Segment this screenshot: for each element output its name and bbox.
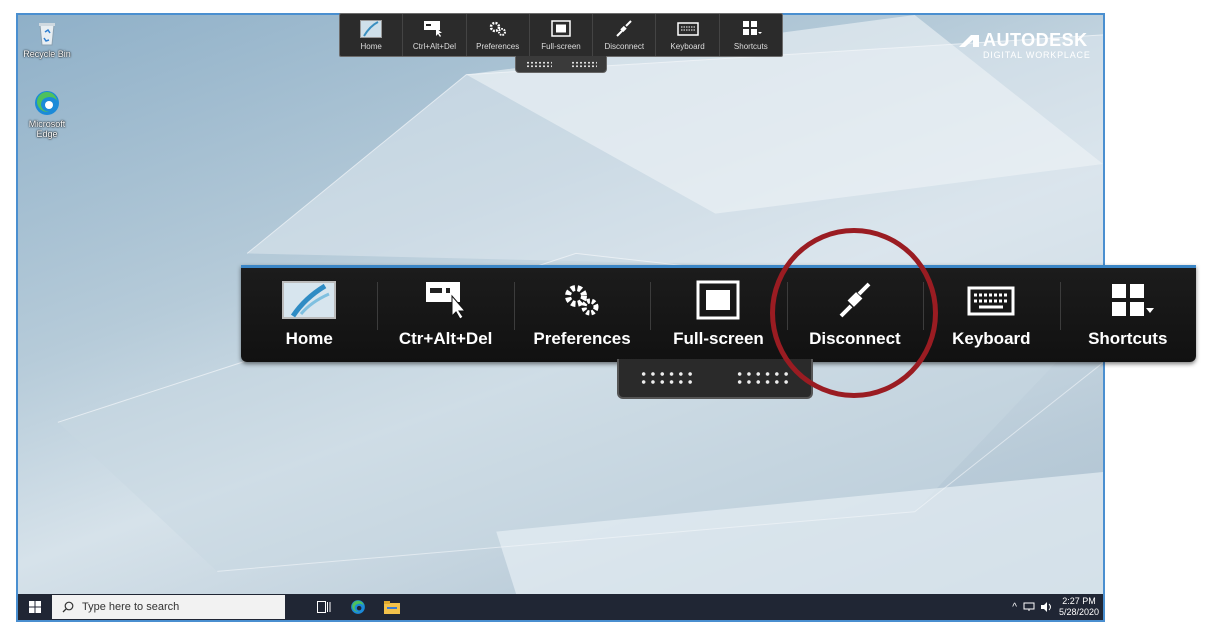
fullscreen-icon: [551, 20, 571, 37]
taskbar-clock[interactable]: 2:27 PM 5/28/2020: [1059, 596, 1099, 618]
desktop-icon-label: Recycle Bin: [23, 49, 71, 59]
fullscreen-button[interactable]: Full-screen: [530, 14, 594, 56]
home-button-zoomed[interactable]: Home: [241, 268, 377, 362]
keyboard-icon: [967, 286, 1015, 316]
clock-date: 5/28/2020: [1058, 607, 1099, 617]
keyboard-button[interactable]: Keyboard: [656, 14, 720, 56]
toolbar-drag-handle[interactable]: [515, 56, 607, 73]
toolbar-drag-handle-zoomed[interactable]: [617, 359, 813, 399]
ctrl-alt-del-label: Ctrl+Alt+Del: [412, 42, 456, 51]
grid-icon: [1111, 284, 1154, 316]
system-tray: ^ 2:27 PM 5/28/2020: [1012, 594, 1099, 620]
plug-icon: [616, 20, 632, 37]
recycle-bin-icon: [33, 19, 61, 47]
windows-icon: [29, 601, 41, 613]
disconnect-button[interactable]: Disconnect: [593, 14, 657, 56]
keyboard-button-zoomed[interactable]: Keyboard: [923, 268, 1059, 362]
fullscreen-button-zoomed[interactable]: Full-screen: [650, 268, 786, 362]
gears-icon: [565, 285, 599, 316]
autodesk-logo: AUTODESK DIGITAL WORKPLACE: [959, 30, 1091, 60]
home-thumbnail-icon: [360, 20, 383, 38]
ctrl-alt-del-icon: [425, 282, 466, 320]
grip-dots-icon: [570, 60, 597, 68]
keyboard-label: Keyboard: [670, 42, 705, 51]
folder-icon: [384, 600, 400, 614]
preferences-label: Preferences: [533, 329, 631, 348]
preferences-button-zoomed[interactable]: Preferences: [513, 268, 650, 362]
home-label: Home: [360, 42, 382, 51]
keyboard-label: Keyboard: [952, 329, 1031, 348]
taskbar-file-explorer-button[interactable]: [375, 594, 409, 620]
fullscreen-label: Full-screen: [541, 42, 581, 51]
preferences-button[interactable]: Preferences: [467, 14, 530, 56]
ctrl-alt-del-button-zoomed[interactable]: Ctr+Alt+Del: [377, 268, 513, 362]
grip-dots-icon: [639, 370, 695, 386]
shortcuts-button[interactable]: Shortcuts: [720, 14, 782, 56]
session-toolbar: Home Ctrl+Alt+Del Preferences Full-scree…: [339, 13, 783, 57]
task-view-button[interactable]: [307, 594, 341, 620]
taskbar-edge-button[interactable]: [341, 594, 375, 620]
disconnect-highlight-circle: [770, 228, 938, 398]
preferences-label: Preferences: [476, 42, 520, 51]
chevron-up-icon[interactable]: ^: [1012, 602, 1017, 613]
shortcuts-label: Shortcuts: [1088, 329, 1168, 348]
search-placeholder: Type here to search: [82, 601, 180, 613]
volume-icon[interactable]: [1040, 602, 1053, 612]
session-toolbar-zoomed: Home Ctr+Alt+Del Preferences Full-screen…: [241, 265, 1196, 362]
desktop-icon-edge[interactable]: Microsoft Edge: [22, 89, 72, 139]
network-icon[interactable]: [1023, 602, 1035, 612]
fullscreen-label: Full-screen: [673, 329, 764, 348]
fullscreen-icon: [696, 280, 740, 320]
grid-icon: [742, 21, 762, 35]
home-thumbnail-icon: [282, 281, 337, 319]
home-label: Home: [285, 329, 333, 348]
ctrl-alt-del-button[interactable]: Ctrl+Alt+Del: [403, 14, 467, 56]
home-button[interactable]: Home: [340, 14, 404, 56]
grip-dots-icon: [525, 60, 552, 68]
shortcuts-label: Shortcuts: [733, 42, 768, 51]
edge-icon: [33, 89, 61, 117]
start-button[interactable]: [18, 594, 52, 620]
ctrl-alt-del-label: Ctr+Alt+Del: [398, 329, 493, 348]
desktop-icon-label: Microsoft Edge: [28, 119, 66, 139]
search-icon: [62, 601, 74, 613]
gears-icon: [489, 21, 506, 36]
shortcuts-button-zoomed[interactable]: Shortcuts: [1059, 268, 1196, 362]
task-view-icon: [317, 601, 331, 613]
disconnect-label: Disconnect: [604, 42, 645, 51]
edge-icon: [351, 600, 365, 614]
keyboard-icon: [676, 22, 699, 36]
ctrl-alt-del-icon: [424, 21, 443, 37]
taskbar: Type here to search ^ 2:27 PM 5/28/2020: [18, 594, 1103, 620]
autodesk-mark-icon: [959, 34, 979, 47]
taskbar-search-box[interactable]: Type here to search: [52, 595, 285, 619]
grip-dots-icon: [735, 370, 791, 386]
desktop-icon-recycle-bin[interactable]: Recycle Bin: [22, 19, 72, 59]
clock-time: 2:27 PM: [1062, 596, 1096, 606]
